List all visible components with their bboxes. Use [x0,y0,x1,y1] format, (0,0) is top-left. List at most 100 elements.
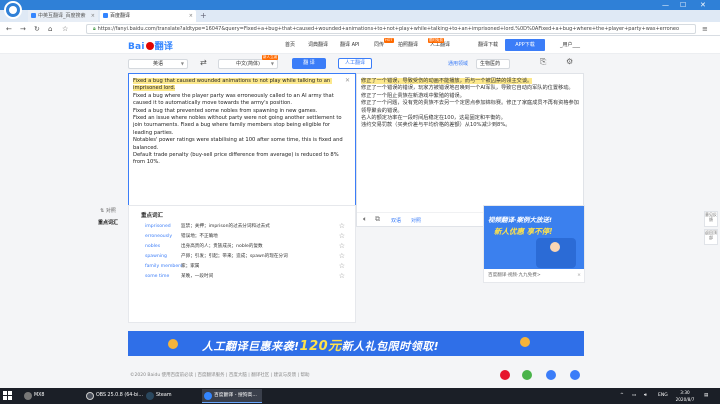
baidu-favicon-icon [31,13,36,18]
nav-download[interactable]: 翻译下载 [478,36,498,54]
minimize-icon[interactable]: — [662,0,669,10]
vocab-word[interactable]: some time [145,272,169,281]
tab-baidu-search[interactable]: 中英互翻译_百度搜索 × [28,10,98,22]
vocab-word[interactable]: nobles [145,242,160,251]
taskbar-item[interactable]: 百度翻译 - 搜狗高... [202,389,262,403]
qq-icon[interactable] [570,370,580,380]
field-select[interactable]: 生物医药 [476,59,510,69]
logo-text-left: Bai [128,42,145,52]
new-user-badge: 新人立减 [262,55,278,60]
banner-suffix: 新人礼包限时领取! [341,340,440,353]
forward-icon[interactable]: → [20,22,26,36]
star-icon[interactable]: ☆ [339,222,345,231]
source-textarea[interactable]: Fixed a bug that caused wounded animatio… [133,78,345,167]
obs-icon [86,392,94,400]
taskbar-item[interactable]: Steam [144,389,200,403]
star-icon[interactable]: ☆ [339,232,345,241]
side-item-vocab[interactable]: 重点词汇 [88,217,128,229]
wechat-icon[interactable] [522,370,532,380]
feedback-button[interactable]: 意见反馈 [704,211,718,227]
source-panel[interactable]: Fixed a bug that caused wounded animatio… [128,73,356,227]
taskbar-item[interactable]: MX8 [22,389,82,403]
star-icon[interactable]: ☆ [339,272,345,281]
clock-date: 2020/8/7 [675,397,695,402]
vocab-word[interactable]: spawning [145,252,167,261]
source-lang-select[interactable]: 英语 ▼ [128,59,188,69]
footer-links[interactable]: ©2020 Baidu 使用百度前必读 | 百度翻译服务 | 百度大脑 | 翻译… [130,372,310,378]
side-menu: ⇅ 对照 重点词汇 [88,205,128,229]
volume-icon[interactable]: 🔊︎ [644,388,647,404]
vocab-word[interactable]: family members [145,262,182,271]
target-lang-label: 中文(简体) [236,61,260,67]
maximize-icon[interactable]: ☐ [680,0,686,10]
bilingual-link[interactable]: 双语 [391,217,401,224]
vocab-word[interactable]: erroneously [145,232,172,241]
nav-simul[interactable]: 同传 [374,36,384,54]
user-menu[interactable]: _用户___ [560,36,580,54]
weibo-icon[interactable] [500,370,510,380]
banner-amount: 120元 [299,339,342,354]
side-item-compare[interactable]: ⇅ 对照 [88,205,128,217]
favorites-icon[interactable]: ☆ [62,22,68,36]
url-text: https://fanyi.baidu.com/translate?aldtyp… [97,26,680,32]
tray-chevron-icon[interactable]: ^ [620,388,624,404]
settings-gear-icon[interactable]: ⚙ [566,57,573,66]
system-clock[interactable]: 3:30 2020/8/7 [672,389,698,403]
logo-text-right: 翻译 [154,42,174,52]
compare-link[interactable]: 对照 [411,217,421,224]
menu-icon[interactable]: ≡ [702,22,708,36]
page-footer: ©2020 Baidu 使用百度前必读 | 百度翻译服务 | 百度大脑 | 翻译… [0,364,720,388]
close-tab-icon[interactable]: × [91,10,95,22]
speaker-icon[interactable]: 🔈︎ [363,215,367,224]
ad-subtitle: 新人优惠 享不停! [494,227,553,236]
nav-home[interactable]: 首页 [285,36,295,54]
target-highlighted: 修正了一个错误，导致受伤的动画不能播放，而与一个被囚禁的领主交谈。 [361,78,533,84]
nav-dictionary[interactable]: 词典翻译 [308,36,328,54]
document-translate-icon[interactable]: ⎘ [540,57,546,67]
promo-banner[interactable]: 人工翻译巨惠来袭!120元新人礼包限时领取! [128,331,584,356]
star-icon[interactable]: ☆ [339,252,345,261]
copy-icon[interactable]: ⧉ [375,215,380,224]
domain-link[interactable]: 通用领域 [448,60,468,67]
target-lang-select[interactable]: 中文(简体) ▼ [218,59,278,69]
app-download-button[interactable]: APP下载 [505,39,545,51]
network-icon[interactable]: ▭ [632,388,636,404]
star-icon[interactable]: ☆ [339,242,345,251]
windows-taskbar: MX8 OBS 25.0.8 (64-bi... Steam 百度翻译 - 搜狗… [0,388,720,404]
input-language[interactable]: ENG [658,388,668,404]
vocab-row: family members 家；家属 ☆ [145,262,345,271]
vocab-word[interactable]: imprisoned [145,222,171,231]
clear-input-icon[interactable]: ✕ [345,77,350,84]
baidu-fanyi-logo[interactable]: Bai 翻译 [128,39,173,52]
close-window-icon[interactable]: ✕ [700,0,706,10]
address-bar: ← → ↻ ⌂ ☆ 🔒︎ https://fanyi.baidu.com/tran… [0,22,720,36]
swap-languages-icon[interactable]: ⇄ [200,58,207,67]
windows-start-icon[interactable] [3,391,13,401]
notification-icon[interactable]: ▤ [704,388,708,404]
human-translate-button[interactable]: 人工翻译 [338,58,372,69]
nav-api[interactable]: 翻译 API [340,36,360,54]
taskbar-item[interactable]: OBS 25.0.8 (64-bi... [84,389,143,403]
close-tab-icon[interactable]: × [189,10,193,22]
baidu-favicon-icon [103,13,108,18]
source-highlighted: Fixed a bug that caused wounded animatio… [133,78,332,92]
taskbar-label: 百度翻译 - 搜狗高... [214,393,257,398]
tieba-icon[interactable] [546,370,556,380]
url-input[interactable]: 🔒︎ https://fanyi.baidu.com/translate?aldt… [86,24,696,34]
promo-ad[interactable]: 视频翻译·案例大放送! 新人优惠 享不停! 百度翻译·视频·九九免费> × [483,205,585,283]
source-text: Fixed a bug where the player party was e… [133,92,343,166]
vocab-def: 监禁；关押；imprison的过去分词和过去式 [181,224,270,229]
target-panel: 修正了一个错误，导致受伤的动画不能播放，而与一个被囚禁的领主交谈。 修正了一个错… [356,73,584,227]
translate-toolbar: 英语 ▼ ⇄ 中文(简体) ▼ 翻 译 人工翻译 新人立减 通用领域 生物医药 ⎘ … [128,55,584,73]
refresh-icon[interactable]: ↻ [34,22,40,36]
star-icon[interactable]: ☆ [339,262,345,271]
new-tab-icon[interactable]: + [200,10,207,22]
tab-baidu-fanyi[interactable]: 百度翻译 × [100,10,196,22]
browser-logo-icon[interactable] [4,1,22,19]
nav-photo[interactable]: 拍照翻译 [398,36,418,54]
translate-button[interactable]: 翻 译 [292,58,326,69]
back-to-top-button[interactable]: 返回顶部 [704,229,718,245]
close-ad-icon[interactable]: × [577,269,581,282]
back-icon[interactable]: ← [6,22,12,36]
home-icon[interactable]: ⌂ [48,22,52,36]
